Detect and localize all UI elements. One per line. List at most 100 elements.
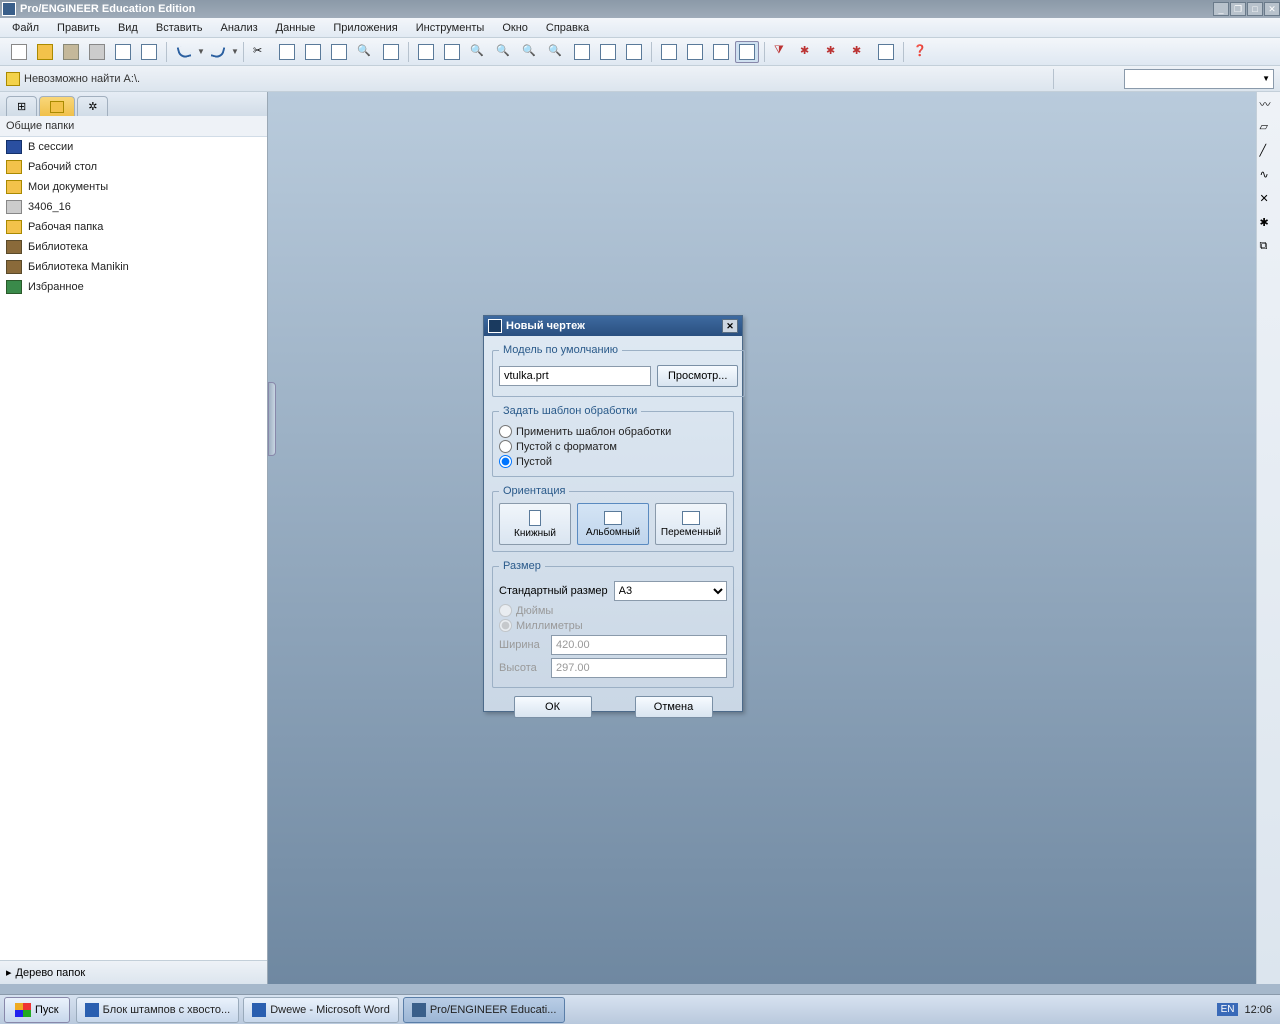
model-input[interactable]: [499, 366, 651, 386]
sidebar-resize-grip[interactable]: [268, 382, 276, 456]
sketch-axis-icon[interactable]: ╱: [1260, 144, 1278, 162]
sketch-curve-icon[interactable]: ∿: [1260, 168, 1278, 186]
repaint-button[interactable]: 🔍: [544, 41, 568, 63]
browse-button[interactable]: Просмотр...: [657, 365, 738, 387]
annotation-button[interactable]: [874, 41, 898, 63]
menu-file[interactable]: Файл: [4, 20, 47, 36]
folder-my-documents[interactable]: Мои документы: [0, 177, 267, 197]
open-button[interactable]: [33, 41, 57, 63]
datum-plane-button[interactable]: ⧩: [770, 41, 794, 63]
copy-button[interactable]: [275, 41, 299, 63]
ok-button[interactable]: ОК: [514, 696, 592, 718]
zoom-in-button[interactable]: 🔍: [466, 41, 490, 63]
radio-label: Пустой с форматом: [516, 441, 617, 453]
close-button[interactable]: ✕: [1264, 2, 1280, 16]
expand-icon: ▸: [6, 966, 12, 979]
folder-computer[interactable]: 3406_16: [0, 197, 267, 217]
tab-favorites[interactable]: ✲: [77, 96, 108, 116]
radio-use-template[interactable]: Применить шаблон обработки: [499, 425, 727, 438]
documents-icon: [6, 180, 22, 194]
orient-variable-button[interactable]: Переменный: [655, 503, 727, 545]
clock[interactable]: 12:06: [1244, 1004, 1272, 1016]
dialog-titlebar[interactable]: Новый чертеж ✕: [484, 316, 742, 336]
folder-favorites[interactable]: Избранное: [0, 277, 267, 297]
folder-in-session[interactable]: В сессии: [0, 137, 267, 157]
tab-folder-browser[interactable]: [39, 96, 75, 116]
menu-applications[interactable]: Приложения: [325, 20, 405, 36]
language-indicator[interactable]: EN: [1217, 1003, 1239, 1016]
wireframe-button[interactable]: [657, 41, 681, 63]
menu-help[interactable]: Справка: [538, 20, 597, 36]
menu-view[interactable]: Вид: [110, 20, 146, 36]
sketch-line-icon[interactable]: 〰: [1260, 96, 1278, 114]
menu-tools[interactable]: Инструменты: [408, 20, 493, 36]
redo-button[interactable]: [206, 41, 230, 63]
select-button[interactable]: [379, 41, 403, 63]
regenerate-button[interactable]: [414, 41, 438, 63]
std-size-select[interactable]: A3: [614, 581, 727, 601]
orient-button[interactable]: [570, 41, 594, 63]
menu-window[interactable]: Окно: [494, 20, 536, 36]
saved-views-button[interactable]: [622, 41, 646, 63]
folder-working[interactable]: Рабочая папка: [0, 217, 267, 237]
taskbar-item-proe[interactable]: Pro/ENGINEER Educati...: [403, 997, 566, 1023]
maximize-button[interactable]: □: [1247, 2, 1263, 16]
tab-model-tree[interactable]: ⊞: [6, 96, 37, 116]
radio-empty-format[interactable]: Пустой с форматом: [499, 440, 727, 453]
email-button[interactable]: [111, 41, 135, 63]
sketch-link-icon[interactable]: ⧉: [1260, 240, 1278, 258]
refit-button[interactable]: [440, 41, 464, 63]
minimize-button[interactable]: _: [1213, 2, 1229, 16]
folder-desktop[interactable]: Рабочий стол: [0, 157, 267, 177]
folder-manikin-library[interactable]: Библиотека Manikin: [0, 257, 267, 277]
paste-special-button[interactable]: [327, 41, 351, 63]
no-hidden-button[interactable]: [709, 41, 733, 63]
navigator-tabs: ⊞ ✲: [0, 92, 267, 116]
menu-insert[interactable]: Вставить: [148, 20, 211, 36]
undo-dropdown[interactable]: ▼: [197, 47, 205, 56]
paste-button[interactable]: [301, 41, 325, 63]
orient-portrait-button[interactable]: Книжный: [499, 503, 571, 545]
datum-axis-button[interactable]: ✱: [796, 41, 820, 63]
cut-button[interactable]: ✂: [249, 41, 273, 63]
folder-library[interactable]: Библиотека: [0, 237, 267, 257]
filter-combo[interactable]: ▼: [1124, 69, 1274, 89]
radio-empty[interactable]: Пустой: [499, 455, 727, 468]
hidden-line-button[interactable]: [683, 41, 707, 63]
taskbar-item-word2[interactable]: Dwewe - Microsoft Word: [243, 997, 399, 1023]
save-button[interactable]: [59, 41, 83, 63]
redo-dropdown[interactable]: ▼: [231, 47, 239, 56]
undo-button[interactable]: [172, 41, 196, 63]
restore-button[interactable]: ❐: [1230, 2, 1246, 16]
start-button[interactable]: Пуск: [4, 997, 70, 1023]
start-label: Пуск: [35, 1004, 59, 1016]
menu-data[interactable]: Данные: [268, 20, 324, 36]
copy-object-button[interactable]: [137, 41, 161, 63]
datum-point-button[interactable]: ✱: [822, 41, 846, 63]
spin-button[interactable]: [596, 41, 620, 63]
windows-flag-icon: [15, 1003, 31, 1017]
find-button[interactable]: 🔍: [353, 41, 377, 63]
dialog-close-button[interactable]: ✕: [722, 319, 738, 333]
orient-landscape-button[interactable]: Альбомный: [577, 503, 649, 545]
datum-csys-button[interactable]: ✱: [848, 41, 872, 63]
menu-analysis[interactable]: Анализ: [213, 20, 266, 36]
sketch-point-icon[interactable]: ✕: [1260, 192, 1278, 210]
shading-button[interactable]: [735, 41, 759, 63]
zoom-out-button[interactable]: 🔍: [492, 41, 516, 63]
folder-tree-toggle[interactable]: ▸ Дерево папок: [0, 960, 267, 984]
new-button[interactable]: [7, 41, 31, 63]
help-button[interactable]: ❓: [909, 41, 933, 63]
tree-icon: ⊞: [17, 100, 26, 113]
cancel-button[interactable]: Отмена: [635, 696, 713, 718]
menu-edit[interactable]: Править: [49, 20, 108, 36]
group-label: Задать шаблон обработки: [499, 405, 641, 417]
print-button[interactable]: [85, 41, 109, 63]
sketch-csys-icon[interactable]: ✱: [1260, 216, 1278, 234]
sketch-plane-icon[interactable]: ▱: [1260, 120, 1278, 138]
portrait-icon: [529, 510, 541, 526]
zoom-fit-button[interactable]: 🔍: [518, 41, 542, 63]
default-model-group: Модель по умолчанию Просмотр...: [492, 344, 745, 397]
graphics-viewport[interactable]: [268, 92, 1256, 984]
taskbar-item-word1[interactable]: Блок штампов с хвосто...: [76, 997, 240, 1023]
